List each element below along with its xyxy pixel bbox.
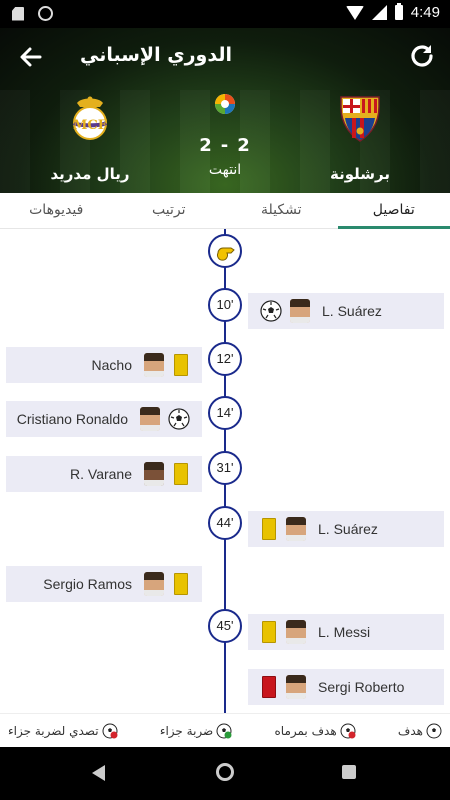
yellow-card-icon: [262, 621, 276, 643]
legend-item: تصدي لضربة جزاء: [8, 723, 118, 739]
home-team[interactable]: برشلونة: [300, 93, 420, 183]
kickoff-marker: [208, 234, 242, 268]
tab-bar: فيديوهات ترتيب تشكيلة تفاصيل: [0, 193, 450, 229]
event-row[interactable]: Sergio Ramos: [6, 566, 202, 602]
player-name: R. Varane: [70, 466, 132, 482]
event-row[interactable]: Cristiano Ronaldo: [6, 401, 202, 437]
minute-marker: 12': [208, 342, 242, 376]
battery-icon: [394, 3, 403, 20]
match-timeline[interactable]: 10' L. Suárez 12' Nacho 14' Cristiano Ro…: [0, 229, 450, 713]
home-team-name: برشلونة: [330, 165, 390, 183]
event-row[interactable]: Nacho: [6, 347, 202, 383]
player-name: L. Messi: [318, 624, 371, 640]
own-goal-ball-icon: [340, 723, 356, 738]
yellow-card-icon: [174, 354, 188, 376]
nav-home-icon[interactable]: [216, 763, 234, 781]
refresh-button[interactable]: [406, 40, 438, 72]
yellow-card-icon: [262, 518, 276, 540]
away-team-name: ريال مدريد: [50, 165, 130, 183]
match-status: انتهت: [208, 162, 242, 178]
system-nav-bar: [0, 747, 450, 800]
tab-videos[interactable]: فيديوهات: [0, 193, 113, 228]
away-team[interactable]: MCF ريال مدريد: [30, 93, 150, 183]
legend-label: ضربة جزاء: [159, 723, 214, 738]
sync-status-icon: [38, 6, 53, 21]
minute-marker: 31': [208, 451, 242, 485]
wifi-icon: [345, 5, 364, 20]
player-name: Cristiano Ronaldo: [16, 411, 128, 427]
legend-item: ضربة جزاء: [160, 723, 232, 739]
nav-recents-icon[interactable]: [342, 765, 356, 779]
player-name: Sergi Roberto: [318, 679, 405, 695]
status-bar: 4:49: [0, 0, 450, 28]
laliga-logo-icon: [215, 94, 235, 114]
player-name: Sergio Ramos: [43, 576, 132, 592]
arrow-left-icon: [20, 47, 42, 67]
goal-ball-icon: [168, 408, 190, 430]
event-legend: هدف هدف بمرماه ضربة جزاء تصدي لضربة جزاء: [0, 713, 450, 747]
player-avatar: [140, 407, 160, 431]
event-row[interactable]: L. Suárez: [248, 293, 444, 329]
player-avatar: [286, 675, 306, 699]
refresh-icon: [411, 45, 433, 67]
match-score: 2-2: [180, 135, 270, 156]
svg-text:MCF: MCF: [73, 118, 108, 133]
event-row[interactable]: Sergi Roberto: [248, 669, 444, 705]
player-name: L. Suárez: [318, 521, 378, 537]
player-avatar: [144, 353, 164, 377]
away-score: 2: [199, 135, 213, 156]
legend-item: هدف: [398, 723, 442, 739]
home-score: 2: [237, 135, 251, 156]
player-name: Nacho: [91, 357, 132, 373]
goal-ball-icon: [426, 723, 442, 738]
legend-item: هدف بمرماه: [275, 723, 356, 739]
player-avatar: [290, 299, 310, 323]
penalty-saved-ball-icon: [102, 723, 118, 738]
yellow-card-icon: [174, 573, 188, 595]
penalty-ball-icon: [216, 723, 232, 738]
yellow-card-icon: [174, 463, 188, 485]
minute-marker: 10': [208, 288, 242, 322]
barcelona-crest-icon: [340, 96, 380, 142]
player-avatar: [286, 620, 306, 644]
tab-standings[interactable]: ترتيب: [113, 193, 226, 228]
goal-ball-icon: [260, 300, 282, 322]
event-row[interactable]: R. Varane: [6, 456, 202, 492]
minute-marker: 44': [208, 506, 242, 540]
minute-marker: 14': [208, 396, 242, 430]
legend-label: هدف بمرماه: [274, 723, 337, 738]
real-madrid-crest-icon: MCF: [72, 96, 108, 140]
score-separator: -: [220, 135, 230, 156]
tab-lineup[interactable]: تشكيلة: [225, 193, 338, 228]
player-name: L. Suárez: [322, 303, 382, 319]
minute-marker: 45': [208, 609, 242, 643]
legend-label: تصدي لضربة جزاء: [8, 723, 99, 738]
player-avatar: [144, 572, 164, 596]
status-time: 4:49: [410, 4, 440, 21]
red-card-icon: [262, 676, 276, 698]
player-avatar: [144, 462, 164, 486]
tab-details[interactable]: تفاصيل: [337, 193, 450, 229]
nav-back-icon[interactable]: [92, 765, 105, 781]
signal-icon: [371, 5, 387, 20]
legend-label: هدف: [397, 723, 423, 738]
match-header: الدوري الإسباني برشلونة 2-2 انتهت MCF ري…: [0, 28, 450, 193]
event-row[interactable]: L. Messi: [248, 614, 444, 650]
sd-card-icon: [12, 6, 24, 21]
player-avatar: [286, 517, 306, 541]
page-title: الدوري الإسباني: [80, 44, 232, 66]
back-button[interactable]: [16, 42, 46, 72]
event-row[interactable]: L. Suárez: [248, 511, 444, 547]
whistle-icon: [217, 247, 235, 261]
